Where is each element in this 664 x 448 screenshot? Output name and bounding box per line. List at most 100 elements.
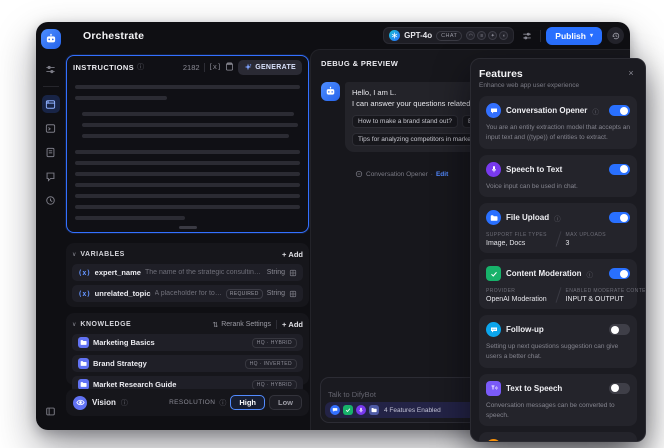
- capability-tool-icon: ✦: [488, 31, 497, 40]
- variable-row[interactable]: (x) unrelated_topic A placeholder for to…: [72, 285, 303, 302]
- message-meta: Conversation Opener · Edit: [355, 170, 448, 178]
- speech-to-text-toggle[interactable]: [609, 164, 630, 175]
- knowledge-title: KNOWLEDGE: [80, 321, 131, 328]
- resolution-low-button[interactable]: Low: [269, 395, 302, 410]
- dataset-name: Marketing Basics: [93, 338, 248, 347]
- resolution-high-button[interactable]: High: [230, 395, 265, 410]
- tune-icon[interactable]: [42, 60, 60, 78]
- text-to-speech-toggle[interactable]: [609, 383, 630, 394]
- variable-name: expert_name: [95, 268, 141, 277]
- model-mode-badge: CHAT: [436, 31, 462, 41]
- sidebar-item-logs[interactable]: [42, 143, 60, 161]
- edit-opener-link[interactable]: Edit: [436, 171, 448, 178]
- add-variable-button[interactable]: +Add: [282, 250, 303, 259]
- chevron-down-icon: ▾: [590, 32, 593, 39]
- publish-label: Publish: [555, 31, 586, 41]
- conversation-opener-toggle[interactable]: [609, 105, 630, 116]
- header-separator: [276, 320, 277, 329]
- speech-to-text-icon: [486, 162, 501, 177]
- variable-desc: The name of the strategic consulting...: [145, 269, 263, 276]
- resolution-label: RESOLUTION: [169, 399, 215, 406]
- variable-settings-icon[interactable]: [289, 264, 297, 282]
- generate-button[interactable]: GENERATE: [238, 60, 302, 75]
- page-title: Orchestrate: [83, 30, 144, 42]
- feature-card-file-upload: File Upload ⓘ SUPPORT FILE TYPES Image, …: [479, 203, 637, 253]
- dataset-name: Market Research Guide: [93, 380, 248, 389]
- topbar: Orchestrate GPT-4o CHAT ◠ ≡ ✦ ◖ P: [65, 22, 630, 49]
- feature-card-speech-to-text: Speech to Text Voice input can be used i…: [479, 155, 637, 198]
- field-label: SUPPORT FILE TYPES: [486, 232, 551, 238]
- toolbar-separator: [204, 63, 205, 72]
- capability-doc-icon: ≡: [477, 31, 486, 40]
- field-value: Image, Docs: [486, 240, 551, 247]
- publish-button[interactable]: Publish ▾: [546, 27, 602, 45]
- file-upload-icon: [486, 210, 501, 225]
- features-title: Features: [479, 68, 523, 80]
- dataset-folder-icon: [78, 337, 89, 348]
- variable-type: String: [267, 269, 285, 276]
- instructions-redacted-text: [67, 78, 308, 220]
- field-label: MAX UPLOADS: [566, 232, 631, 238]
- copy-icon[interactable]: [225, 58, 234, 76]
- char-count: 2182: [183, 63, 200, 72]
- rerank-settings-button[interactable]: ⇅Rerank Settings: [212, 321, 271, 329]
- opener-mini-icon: [330, 405, 340, 415]
- conversation-opener-icon: [486, 103, 501, 118]
- vision-title: Vision: [92, 398, 116, 407]
- collapse-panel-icon[interactable]: [42, 402, 60, 420]
- variable-icon: (x): [78, 269, 91, 277]
- vision-eye-icon: [73, 396, 87, 410]
- features-subtitle: Enhance web app user experience: [479, 82, 637, 89]
- vision-panel: Vision ⓘ RESOLUTION ⓘ High Low: [66, 389, 309, 416]
- sidebar-item-orchestrate[interactable]: [42, 95, 60, 113]
- feature-name: Content Moderation: [506, 269, 582, 278]
- collapse-icon[interactable]: ∨: [72, 251, 76, 258]
- feature-name: Text to Speech: [506, 384, 562, 393]
- instructions-panel[interactable]: INSTRUCTIONS ⓘ 2182 [x] GENERATE: [66, 55, 309, 233]
- feature-card-citations: Citations and Attributions Show source d…: [479, 432, 637, 442]
- topbar-separator: [540, 30, 541, 42]
- follow-up-icon: [486, 322, 501, 337]
- field-value: OpenAI Moderation: [486, 296, 551, 303]
- sidebar-item-terminal[interactable]: [42, 119, 60, 137]
- suggested-question-chip[interactable]: Tips for analyzing competitors in market: [352, 133, 479, 146]
- model-capability-icons: ◠ ≡ ✦ ◖: [466, 31, 508, 40]
- file-upload-toggle[interactable]: [609, 212, 630, 223]
- knowledge-row[interactable]: Brand Strategy HQ · INVERTED: [72, 355, 303, 372]
- field-divider: [555, 287, 561, 303]
- content-moderation-icon: [486, 266, 501, 281]
- feature-name: Follow-up: [506, 325, 544, 334]
- close-icon[interactable]: ×: [625, 68, 637, 78]
- add-knowledge-button[interactable]: +Add: [282, 320, 303, 329]
- citations-toggle[interactable]: [609, 441, 630, 442]
- feature-card-content-moderation: Content Moderation ⓘ PROVIDER OpenAI Mod…: [479, 259, 637, 309]
- knowledge-row[interactable]: Marketing Basics HQ · HYBRID: [72, 334, 303, 351]
- variables-panel: ∨ VARIABLES +Add (x) expert_name The nam…: [66, 243, 309, 307]
- dataset-badge: HQ · HYBRID: [252, 338, 297, 348]
- meta-label: Conversation Opener: [366, 171, 428, 178]
- dataset-name: Brand Strategy: [93, 359, 241, 368]
- variable-settings-icon[interactable]: [289, 285, 297, 303]
- field-label: ENABLED MODERATE CONTENT: [566, 288, 631, 294]
- suggested-question-chip[interactable]: How to make a brand stand out?: [352, 115, 458, 128]
- dataset-badge: HQ · INVERTED: [245, 359, 297, 369]
- text-to-speech-icon: [486, 381, 501, 396]
- collapse-icon[interactable]: ∨: [72, 321, 76, 328]
- field-value: INPUT & OUTPUT: [566, 296, 631, 303]
- field-divider: [555, 231, 561, 247]
- variable-type: String: [267, 290, 285, 297]
- content-moderation-toggle[interactable]: [609, 268, 630, 279]
- history-button[interactable]: [607, 27, 624, 44]
- follow-up-toggle[interactable]: [609, 324, 630, 335]
- resize-handle[interactable]: [179, 226, 197, 229]
- model-selector[interactable]: GPT-4o CHAT ◠ ≡ ✦ ◖: [383, 27, 514, 44]
- insert-variable-icon[interactable]: [x]: [209, 63, 222, 71]
- sidebar-item-monitoring[interactable]: [42, 191, 60, 209]
- sidebar-rail: [36, 22, 65, 430]
- feature-desc: You are an entity extraction model that …: [486, 123, 630, 143]
- citations-icon: [486, 439, 501, 442]
- sidebar-item-annotation[interactable]: [42, 167, 60, 185]
- variable-row[interactable]: (x) expert_name The name of the strategi…: [72, 264, 303, 281]
- app-avatar[interactable]: [41, 29, 61, 49]
- model-params-icon[interactable]: [519, 28, 535, 44]
